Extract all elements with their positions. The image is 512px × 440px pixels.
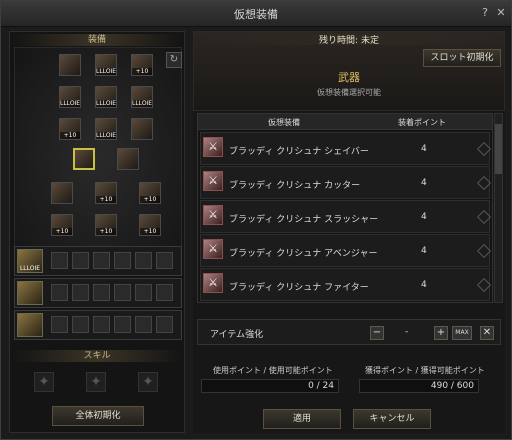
list-item[interactable]: ⚔ ブラッディ クリシュナ スラッシャー 4 <box>200 200 492 233</box>
reset-all-button[interactable]: 全体初期化 <box>52 406 144 426</box>
weapon-icon: ⚔ <box>203 171 223 191</box>
equip-slot[interactable]: +10 <box>95 214 117 236</box>
gem-row-icon[interactable] <box>17 281 43 305</box>
use-points-label: 使用ポイント / 使用可能ポイント <box>213 366 333 375</box>
equip-slot[interactable]: LLLOIE <box>95 118 117 140</box>
slot-reset-button[interactable]: スロット初期化 <box>423 49 501 67</box>
weapon-icon: ⚔ <box>203 273 223 293</box>
list-header-points: 装着ポイント <box>398 118 446 127</box>
enhance-plus-button[interactable]: + <box>434 326 448 340</box>
close-button[interactable]: ✕ <box>495 7 507 19</box>
gem-row <box>14 278 182 308</box>
title-bar[interactable]: 仮想装備 ? ✕ <box>1 1 511 27</box>
list-item[interactable]: ⚔ ブラッディ クリシュナ カッター 4 <box>200 166 492 199</box>
get-points-label: 獲得ポイント / 獲得可能ポイント <box>365 366 485 375</box>
weapon-icon: ⚔ <box>203 239 223 259</box>
use-points: 使用ポイント / 使用可能ポイント 0 / 24 <box>193 365 347 395</box>
equip-slot[interactable] <box>59 54 81 76</box>
get-points-value: 490 / 600 <box>359 379 479 393</box>
diamond-icon <box>476 243 492 259</box>
use-points-value: 0 / 24 <box>201 379 339 393</box>
equip-slot[interactable]: LLLOIE <box>95 54 117 76</box>
weapon-icon: ⚔ <box>203 137 223 157</box>
get-points: 獲得ポイント / 獲得可能ポイント 490 / 600 <box>351 365 505 395</box>
weapon-icon: ⚔ <box>203 205 223 225</box>
cancel-button[interactable]: キャンセル <box>353 409 431 429</box>
help-button[interactable]: ? <box>479 7 491 19</box>
virtual-equip-window: 仮想装備 ? ✕ 装備 LLLOIE +10 LLLOIE LLLOIE LLL… <box>0 0 512 440</box>
skill-header: スキル <box>12 350 182 362</box>
equip-slot-selected[interactable] <box>73 148 95 170</box>
diamond-icon <box>476 141 492 157</box>
left-panel: 装備 LLLOIE +10 LLLOIE LLLOIE LLLOIE +10 L… <box>9 31 185 433</box>
gem-row: LLLOIE <box>14 246 182 276</box>
equip-header: 装備 <box>12 34 182 46</box>
enhance-cancel-button[interactable]: ✕ <box>480 326 494 340</box>
apply-button[interactable]: 適用 <box>263 409 341 429</box>
list-item[interactable]: ⚔ ブラッディ クリシュナ ファイター 4 <box>200 268 492 301</box>
equip-slot[interactable] <box>117 148 139 170</box>
enhance-value: - <box>405 327 409 337</box>
list-item[interactable]: ⚔ ブラッディ クリシュナ シェイバー 4 <box>200 132 492 165</box>
gem-row <box>14 310 182 340</box>
virtual-equip-list: 仮想装備 装着ポイント ⚔ ブラッディ クリシュナ シェイバー 4 ⚔ ブラッデ… <box>197 113 493 303</box>
equip-slot[interactable]: +10 <box>139 182 161 204</box>
equip-slot[interactable]: LLLOIE <box>95 86 117 108</box>
weapon-title: 武器 <box>338 71 360 84</box>
equip-slot[interactable]: LLLOIE <box>131 86 153 108</box>
item-enhance-panel: アイテム強化 − - + MAX ✕ <box>197 319 501 345</box>
enhance-max-button[interactable]: MAX <box>452 326 472 340</box>
skill-slot[interactable]: ✦ <box>34 372 54 392</box>
skill-slot[interactable]: ✦ <box>138 372 158 392</box>
equip-slot[interactable]: +10 <box>95 182 117 204</box>
window-title: 仮想装備 <box>234 7 278 21</box>
list-item[interactable]: ⚔ ブラッディ クリシュナ アベンジャー 4 <box>200 234 492 267</box>
equip-slot[interactable]: +10 <box>131 54 153 76</box>
remaining-time: 残り時間: 未定 <box>197 33 501 46</box>
gem-row-icon[interactable]: LLLOIE <box>17 249 43 273</box>
refresh-button[interactable]: ↻ <box>166 52 182 68</box>
equip-slot[interactable] <box>131 118 153 140</box>
equip-slot[interactable]: +10 <box>59 118 81 140</box>
list-header: 仮想装備 装着ポイント <box>198 114 492 130</box>
list-scrollbar[interactable] <box>494 113 503 303</box>
enhance-minus-button[interactable]: − <box>370 326 384 340</box>
equip-slot[interactable]: +10 <box>51 214 73 236</box>
gem-row-icon[interactable] <box>17 313 43 337</box>
diamond-icon <box>476 277 492 293</box>
skill-slot[interactable]: ✦ <box>86 372 106 392</box>
equip-slot[interactable]: LLLOIE <box>59 86 81 108</box>
weapon-subtitle: 仮想装備選択可能 <box>317 88 381 97</box>
right-panel: 残り時間: 未定 スロット初期化 武器 仮想装備選択可能 仮想装備 装着ポイント… <box>193 31 505 433</box>
diamond-icon <box>476 175 492 191</box>
equipment-grid: LLLOIE +10 LLLOIE LLLOIE LLLOIE +10 LLLO… <box>14 47 182 265</box>
equip-slot[interactable]: +10 <box>139 214 161 236</box>
list-header-name: 仮想装備 <box>268 118 300 127</box>
diamond-icon <box>476 209 492 225</box>
equip-slot[interactable] <box>51 182 73 204</box>
enhance-label: アイテム強化 <box>210 330 264 340</box>
